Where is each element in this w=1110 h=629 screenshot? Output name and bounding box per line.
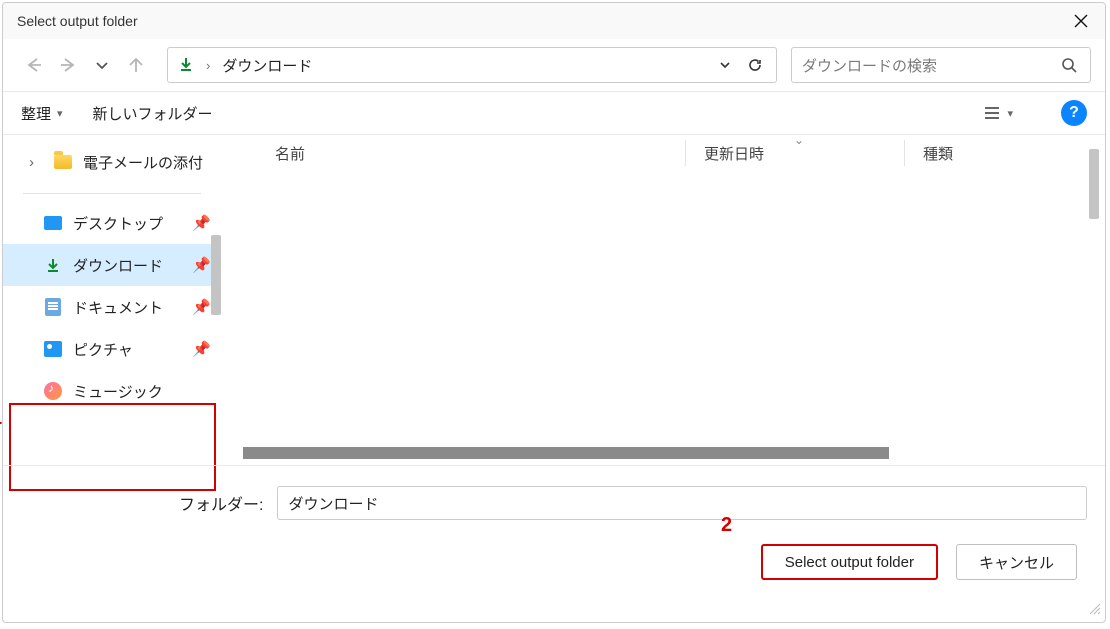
sidebar-scrollbar[interactable] — [211, 235, 221, 315]
annotation-1-label: 1 — [0, 407, 2, 430]
music-icon — [43, 382, 63, 400]
arrow-left-icon — [24, 55, 44, 75]
downloads-icon — [43, 256, 63, 274]
arrow-right-icon — [58, 55, 78, 75]
sort-indicator-icon: ⌄ — [794, 133, 804, 147]
main-split: › 電子メールの添付 デスクトップ 📌 ダウンロード 📌 — [3, 135, 1105, 465]
sidebar-item-pictures[interactable]: ピクチャ 📌 — [3, 328, 221, 370]
chevron-down-icon — [718, 58, 732, 72]
pin-icon: 📌 — [192, 214, 211, 232]
arrow-up-icon — [126, 55, 146, 75]
list-view-icon — [983, 105, 1001, 121]
select-output-folder-button[interactable]: Select output folder — [761, 544, 938, 580]
sidebar-item-attachments[interactable]: › 電子メールの添付 — [3, 141, 221, 183]
search-placeholder: ダウンロードの検索 — [802, 55, 1058, 76]
toolbar: 整理 ▾ 新しいフォルダー ▾ ? — [3, 91, 1105, 135]
folder-name-input[interactable]: ダウンロード — [277, 486, 1087, 520]
folder-name-label: フォルダー: — [179, 491, 263, 515]
organize-label: 整理 — [21, 103, 51, 124]
address-folder: ダウンロード — [222, 55, 312, 76]
sidebar-item-desktop[interactable]: デスクトップ 📌 — [3, 202, 221, 244]
cancel-button[interactable]: キャンセル — [956, 544, 1077, 580]
bottom-panel: フォルダー: ダウンロード 2 Select output folder キャン… — [3, 465, 1105, 619]
nav-up-button[interactable] — [119, 48, 153, 82]
sidebar-label: 電子メールの添付 — [83, 152, 211, 173]
column-type[interactable]: 種類 — [923, 143, 1063, 164]
select-button-label: Select output folder — [785, 554, 914, 571]
nav-forward-button[interactable] — [51, 48, 85, 82]
sidebar-label: ピクチャ — [73, 339, 182, 360]
files-pane: 名前 ⌄ 更新日時 種類 — [221, 135, 1105, 465]
sidebar-label: ミュージック — [73, 381, 211, 402]
view-mode-button[interactable]: ▾ — [983, 105, 1013, 121]
close-button[interactable] — [1057, 3, 1105, 39]
column-name[interactable]: 名前 — [275, 143, 685, 164]
new-folder-label: 新しいフォルダー — [93, 103, 213, 124]
column-divider — [685, 140, 686, 166]
column-headers: 名前 ⌄ 更新日時 種類 — [221, 135, 1105, 171]
close-icon — [1074, 14, 1088, 28]
expand-icon: › — [29, 154, 43, 171]
help-button[interactable]: ? — [1061, 100, 1087, 126]
resize-grip-icon — [1087, 601, 1101, 615]
column-date[interactable]: ⌄ 更新日時 — [704, 143, 904, 164]
button-row: 2 Select output folder キャンセル — [21, 544, 1087, 580]
chevron-down-icon — [94, 57, 110, 73]
nav-recent-button[interactable] — [85, 48, 119, 82]
desktop-icon — [43, 214, 63, 232]
help-icon: ? — [1069, 104, 1079, 122]
sidebar-item-music[interactable]: ミュージック — [3, 370, 221, 412]
sidebar-item-documents[interactable]: ドキュメント 📌 — [3, 286, 221, 328]
titlebar: Select output folder — [3, 3, 1105, 39]
pictures-icon — [43, 340, 63, 358]
address-dropdown-button[interactable] — [710, 50, 740, 80]
horizontal-scrollbar[interactable] — [243, 447, 889, 459]
address-segment: › ダウンロード — [178, 55, 312, 76]
column-divider — [904, 140, 905, 166]
sidebar-label: ダウンロード — [73, 255, 182, 276]
sidebar: › 電子メールの添付 デスクトップ 📌 ダウンロード 📌 — [3, 135, 221, 465]
pin-icon: 📌 — [192, 340, 211, 358]
annotation-2-label: 2 — [721, 514, 732, 537]
cancel-button-label: キャンセル — [979, 552, 1054, 573]
window-title: Select output folder — [17, 13, 1057, 29]
search-input[interactable]: ダウンロードの検索 — [791, 47, 1091, 83]
nav-back-button[interactable] — [17, 48, 51, 82]
refresh-icon — [747, 57, 763, 73]
column-date-label: 更新日時 — [704, 146, 764, 163]
document-icon — [43, 298, 63, 316]
dropdown-caret-icon: ▾ — [1007, 107, 1013, 120]
dialog-window: Select output folder › ダウンロード — [2, 2, 1106, 623]
folder-icon — [53, 153, 73, 171]
sidebar-item-downloads[interactable]: ダウンロード 📌 — [3, 244, 221, 286]
sidebar-label: デスクトップ — [73, 213, 182, 234]
downloads-icon — [178, 56, 194, 75]
pin-icon: 📌 — [192, 298, 211, 316]
dropdown-caret-icon: ▾ — [57, 107, 63, 120]
new-folder-button[interactable]: 新しいフォルダー — [93, 103, 213, 124]
folder-name-row: フォルダー: ダウンロード — [179, 486, 1087, 520]
vertical-scrollbar[interactable] — [1089, 149, 1099, 219]
main-area: › 電子メールの添付 デスクトップ 📌 ダウンロード 📌 — [3, 135, 1105, 465]
pin-icon: 📌 — [192, 256, 211, 274]
navigation-row: › ダウンロード ダウンロードの検索 — [3, 39, 1105, 91]
refresh-button[interactable] — [740, 50, 770, 80]
folder-name-value: ダウンロード — [288, 493, 378, 514]
search-icon — [1058, 54, 1080, 76]
sidebar-separator — [23, 193, 201, 194]
breadcrumb-sep-icon: › — [206, 58, 210, 73]
sidebar-label: ドキュメント — [73, 297, 182, 318]
address-bar[interactable]: › ダウンロード — [167, 47, 777, 83]
resize-grip[interactable] — [1087, 601, 1101, 615]
organize-button[interactable]: 整理 ▾ — [21, 103, 63, 124]
